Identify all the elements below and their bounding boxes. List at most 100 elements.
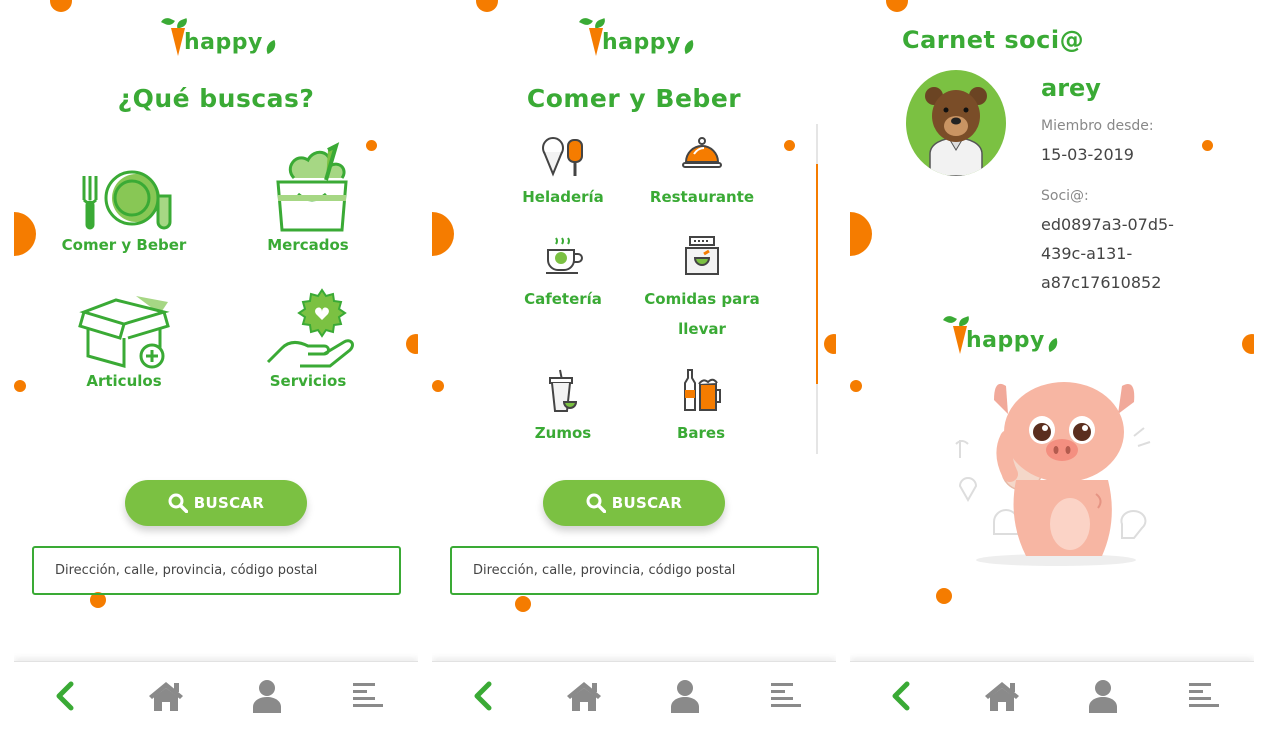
nav-user-button[interactable] [1081, 674, 1125, 718]
menu-icon [1188, 682, 1219, 707]
search-button[interactable]: BUSCAR [543, 480, 725, 526]
member-since-label: Miembro desde: [1041, 118, 1154, 134]
menu-icon [770, 682, 801, 707]
scrollbar-thumb[interactable] [816, 164, 818, 384]
address-input[interactable]: Dirección, calle, provincia, código post… [450, 546, 819, 595]
subcategory-label: Comidas para llevar [640, 284, 764, 344]
plate-cutlery-icon [82, 170, 172, 230]
search-icon [168, 493, 188, 513]
coffee-cup-icon [546, 237, 583, 274]
search-button-label: BUSCAR [611, 494, 683, 512]
box-add-icon [78, 296, 170, 369]
member-since-value: 15-03-2019 [1041, 145, 1134, 164]
member-id-label: Soci@: [1041, 188, 1089, 204]
scrollbar[interactable] [816, 124, 818, 454]
nav-back-button[interactable] [461, 674, 505, 718]
bottom-navbar [850, 661, 1254, 729]
vhappy-logo: happy [943, 313, 1061, 354]
nav-back-button[interactable] [43, 674, 87, 718]
decor-half-circle [432, 212, 454, 256]
subcategory-label-line2: llevar [678, 320, 726, 338]
nav-home-button[interactable] [144, 674, 188, 718]
screen-que-buscas: happy ¿Qué buscas? Comer y Beber Mercado… [14, 0, 418, 729]
search-button[interactable]: BUSCAR [125, 480, 307, 526]
address-placeholder: Dirección, calle, provincia, código post… [473, 563, 736, 578]
nav-home-button[interactable] [562, 674, 606, 718]
category-label: Articulos [86, 372, 162, 390]
address-placeholder: Dirección, calle, provincia, código post… [55, 563, 318, 578]
member-id-line2: 439c-a131- [1041, 244, 1133, 263]
decor-dot [50, 0, 72, 12]
home-icon [984, 681, 1019, 711]
nav-menu-button[interactable] [346, 674, 390, 718]
username: arey [1041, 74, 1101, 102]
member-id-line1: ed0897a3-07d5- [1041, 215, 1174, 234]
decor-dot [366, 140, 377, 151]
decor-dot [784, 140, 795, 151]
decor-dot [850, 380, 862, 392]
address-input[interactable]: Dirección, calle, provincia, código post… [32, 546, 401, 595]
hand-gear-icon [266, 288, 354, 368]
member-id-line3: a87c17610852 [1041, 273, 1162, 292]
decor-dot [1242, 334, 1254, 354]
decor-dot [14, 380, 26, 392]
carrot-icon [579, 15, 607, 56]
page-title: Comer y Beber [526, 84, 742, 113]
decor-half-circle [14, 212, 36, 256]
logo-text: happy [184, 30, 263, 55]
beer-bottle-icon [684, 369, 721, 411]
sprout-icon [1045, 337, 1061, 353]
grocery-bag-icon [276, 142, 348, 232]
nav-home-button[interactable] [980, 674, 1024, 718]
bear-avatar-icon [925, 87, 987, 176]
takeaway-icon [685, 236, 719, 275]
cloche-icon [682, 137, 722, 168]
decor-dot [824, 334, 836, 354]
decor-half-circle [850, 212, 872, 256]
decor-dot [515, 596, 531, 612]
decor-dot [886, 0, 908, 12]
nav-back-button[interactable] [879, 674, 923, 718]
subcategory-label: Zumos [534, 424, 592, 442]
menu-icon [352, 682, 383, 707]
page-title: ¿Qué buscas? [117, 84, 315, 113]
category-label: Mercados [267, 236, 349, 254]
juice-icon [549, 369, 578, 412]
search-icon [586, 493, 606, 513]
subcategory-label-line1: Comidas para [644, 290, 760, 308]
sprout-icon [681, 39, 697, 55]
carrot-icon [943, 313, 971, 354]
nav-user-button[interactable] [663, 674, 707, 718]
logo-text: happy [966, 328, 1045, 353]
nav-menu-button[interactable] [764, 674, 808, 718]
bottom-navbar [432, 661, 836, 729]
user-icon [670, 679, 699, 713]
subcategory-label: Cafetería [524, 290, 602, 308]
avatar[interactable] [906, 70, 1006, 176]
vhappy-logo: happy [161, 15, 279, 56]
decor-dot [432, 380, 444, 392]
home-icon [148, 681, 183, 711]
vhappy-logo: happy [579, 15, 697, 56]
screen-comer-y-beber: happy Comer y Beber Heladería Restaurant… [432, 0, 836, 729]
search-button-label: BUSCAR [193, 494, 265, 512]
back-chevron-icon [892, 681, 909, 710]
nav-user-button[interactable] [245, 674, 289, 718]
back-chevron-icon [56, 681, 73, 710]
user-icon [252, 679, 281, 713]
decor-dot [936, 588, 952, 604]
user-icon [1088, 679, 1117, 713]
logo-text: happy [602, 30, 681, 55]
decor-dot [1202, 140, 1213, 151]
ice-cream-icon [542, 137, 583, 177]
home-icon [566, 681, 601, 711]
subcategory-label: Restaurante [649, 188, 755, 206]
bottom-navbar [14, 661, 418, 729]
decor-dot [476, 0, 498, 12]
decor-dot [406, 334, 418, 354]
sprout-icon [263, 39, 279, 55]
page-title: Carnet soci@ [902, 26, 1085, 54]
back-chevron-icon [474, 681, 491, 710]
screen-carnet-socio: Carnet soci@ arey Miembro desde: 15-03-2… [850, 0, 1254, 729]
nav-menu-button[interactable] [1182, 674, 1226, 718]
